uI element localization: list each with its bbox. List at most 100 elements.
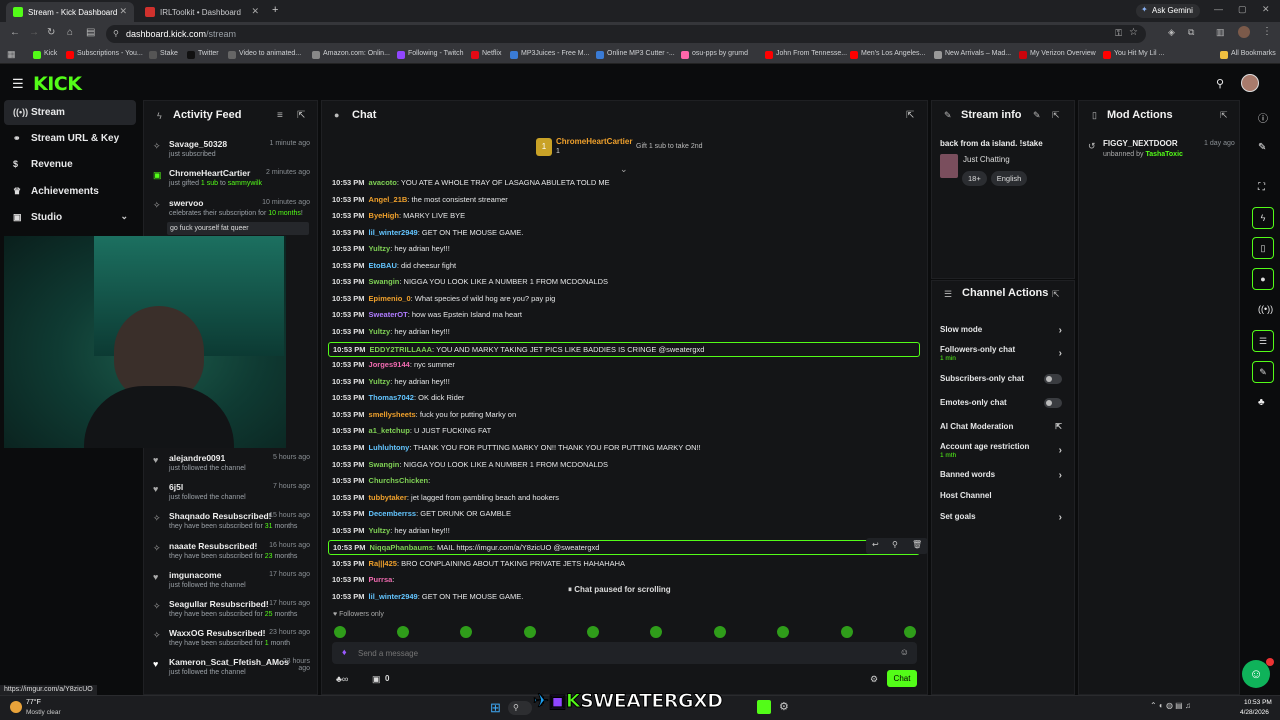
message-username[interactable]: Yultzy bbox=[369, 327, 391, 336]
bookmark-item[interactable]: Netflix bbox=[471, 50, 501, 59]
taskbar-search-icon[interactable]: ⚲ bbox=[508, 701, 532, 715]
activity-user[interactable]: imgunacome bbox=[169, 570, 221, 580]
browser-menu-icon[interactable]: ⋮ bbox=[1262, 26, 1272, 37]
chat-message[interactable]: 10:53 PM Swangin: NIGGA YOU LOOK LIKE A N… bbox=[332, 458, 917, 473]
popout-icon[interactable]: ⇱ bbox=[1052, 110, 1060, 121]
fullscreen-icon[interactable]: ⛶ bbox=[1258, 182, 1265, 193]
emote-icon[interactable] bbox=[714, 626, 726, 638]
chat-message[interactable]: 10:53 PM Yultzy: hey adrian hey!!! bbox=[332, 242, 917, 257]
chat-message[interactable]: 10:53 PM avacoto: YOU ATE A WHOLE TRAY OF… bbox=[332, 176, 917, 191]
windows-start-icon[interactable]: ⊞ bbox=[490, 700, 501, 716]
sidebar-item-achievements[interactable]: ♛ Achievements bbox=[4, 179, 136, 204]
quick-action-stack[interactable]: ☰ bbox=[1252, 330, 1274, 352]
chat-message[interactable]: 10:53 PM NiqqaPhanbaums: MAIL https://img… bbox=[328, 540, 920, 556]
hamburger-menu-icon[interactable]: ☰ bbox=[12, 76, 24, 92]
delete-icon[interactable]: 🗑 bbox=[912, 540, 922, 549]
emote-picker-icon[interactable]: ♦ bbox=[342, 647, 347, 657]
message-username[interactable]: Yultzy bbox=[369, 244, 391, 253]
maximize-icon[interactable]: ▢ bbox=[1238, 4, 1247, 15]
banned-words-item[interactable]: Banned words › bbox=[940, 470, 1066, 481]
user-avatar[interactable] bbox=[1241, 74, 1259, 92]
bookmark-item[interactable]: osu-pps by grumd bbox=[681, 50, 748, 59]
slow-mode-item[interactable]: Slow mode › bbox=[940, 325, 1066, 336]
group-icon[interactable]: ♣ bbox=[1258, 397, 1265, 408]
quick-action-notes[interactable]: ▯ bbox=[1252, 237, 1274, 259]
message-username[interactable]: tubbytaker bbox=[369, 493, 407, 502]
chat-message[interactable]: 10:53 PM Yultzy: hey adrian hey!!! bbox=[332, 524, 917, 539]
bookmark-item[interactable]: Amazon.com: Onlin... bbox=[312, 50, 390, 59]
popout-icon[interactable]: ⇱ bbox=[297, 110, 305, 121]
reload-icon[interactable]: ↻ bbox=[47, 27, 55, 38]
ask-gemini-button[interactable]: ✦ Ask Gemini bbox=[1136, 4, 1200, 18]
chat-message[interactable]: 10:53 PM Decemberrss: GET DRUNK OR GAMBLE bbox=[332, 507, 917, 522]
expand-pinned-icon[interactable]: ⌄ bbox=[620, 164, 628, 175]
emote-icon[interactable] bbox=[460, 626, 472, 638]
weather-temp[interactable]: 77°F bbox=[26, 699, 41, 706]
reply-icon[interactable]: ↩ bbox=[872, 540, 879, 549]
emote-icon[interactable] bbox=[841, 626, 853, 638]
account-age-item[interactable]: Account age restriction 1 mth › bbox=[940, 442, 1066, 459]
chat-message[interactable]: 10:53 PM Jorges9144: nyc summer bbox=[332, 358, 917, 373]
message-username[interactable]: a1_ketchup bbox=[369, 426, 410, 435]
kick-logo[interactable]: KICK bbox=[33, 73, 82, 95]
activity-user[interactable]: WaxxOG Resubscribed! bbox=[169, 628, 266, 638]
message-username[interactable]: Thomas7042 bbox=[369, 393, 414, 402]
message-username[interactable]: Yultzy bbox=[369, 377, 391, 386]
apps-grid-icon[interactable]: ▦ bbox=[7, 49, 16, 60]
emote-icon[interactable] bbox=[334, 626, 346, 638]
minimize-icon[interactable]: — bbox=[1214, 4, 1223, 14]
chat-message[interactable]: 10:53 PM EtoBAU: did cheesur fight bbox=[332, 259, 917, 274]
message-username[interactable]: smellysheets bbox=[369, 410, 416, 419]
emote-icon[interactable] bbox=[650, 626, 662, 638]
emote-icon[interactable] bbox=[397, 626, 409, 638]
activity-user[interactable]: alejandre0091 bbox=[169, 453, 225, 463]
quick-action-lightning[interactable]: ϟ bbox=[1252, 207, 1274, 229]
filter-icon[interactable]: ≡ bbox=[277, 110, 283, 121]
followers-only-item[interactable]: Followers-only chat 1 min › bbox=[940, 345, 1066, 362]
info-icon[interactable]: ⓘ bbox=[1258, 110, 1268, 125]
bookmark-item[interactable]: Stake bbox=[149, 50, 178, 59]
message-username[interactable]: EDDY2TRILLAAA bbox=[370, 345, 433, 354]
activity-user[interactable]: ChromeHeartCartier bbox=[169, 168, 250, 178]
tab-kick-dashboard[interactable]: Stream - Kick Dashboard ✕ bbox=[6, 2, 134, 22]
chat-message[interactable]: 10:53 PM Swangin: NIGGA YOU LOOK LIKE A N… bbox=[332, 275, 917, 290]
search-icon[interactable]: ⚲ bbox=[1216, 77, 1224, 90]
bookmark-item[interactable]: You Hit My Lil ... bbox=[1103, 50, 1164, 59]
activity-user[interactable]: Shaqnado Resubscribed! bbox=[169, 511, 272, 521]
message-username[interactable]: EtoBAU bbox=[369, 261, 397, 270]
chat-message[interactable]: 10:53 PM smellysheets: fuck you for putti… bbox=[332, 408, 917, 423]
sidebar-item-stream-url-key[interactable]: ⚭ Stream URL & Key bbox=[4, 126, 136, 151]
edit-icon[interactable]: ✎ bbox=[1033, 110, 1041, 121]
tab-irltoolkit[interactable]: IRLToolkit • Dashboard ✕ bbox=[138, 2, 266, 22]
chat-message[interactable]: 10:53 PM Luhluhtony: THANK YOU FOR PUTTIN… bbox=[332, 441, 917, 456]
chat-message-input[interactable] bbox=[358, 646, 878, 660]
quick-action-chat[interactable]: ● bbox=[1252, 268, 1274, 290]
message-username[interactable]: Angel_21B bbox=[369, 195, 408, 204]
chat-paused-notice[interactable]: ⏸ Chat paused for scrolling bbox=[568, 585, 688, 599]
sidebar-item-studio[interactable]: ▣ Studio ⌄ bbox=[4, 205, 136, 230]
bookmark-item[interactable]: John From Tennesse... bbox=[765, 50, 847, 59]
activity-user[interactable]: 6j5l bbox=[169, 482, 183, 492]
extension-icon[interactable]: ◈ bbox=[1168, 27, 1175, 38]
bookmark-star-icon[interactable]: ☆ bbox=[1129, 27, 1138, 38]
emotes-only-toggle[interactable] bbox=[1044, 398, 1062, 408]
stream-category[interactable]: Just Chatting bbox=[963, 155, 1010, 164]
tray-icons[interactable]: ⌃ ◐ ◍ ▤ ♫ bbox=[1150, 701, 1191, 710]
bookmark-item[interactable]: Following - Twitch bbox=[397, 50, 464, 59]
broadcast-icon[interactable]: ((•)) bbox=[1258, 304, 1273, 314]
chat-message[interactable]: 10:53 PM a1_ketchup: U JUST FUCKING FAT bbox=[332, 424, 917, 439]
chat-message[interactable]: 10:53 PM EDDY2TRILLAAA: YOU AND MARKY TAK… bbox=[328, 341, 920, 357]
close-window-icon[interactable]: ✕ bbox=[1262, 4, 1270, 15]
host-channel-item[interactable]: Host Channel bbox=[940, 491, 1066, 500]
popout-icon[interactable]: ⇱ bbox=[1220, 110, 1228, 121]
bookmark-item[interactable]: Online MP3 Cutter -... bbox=[596, 50, 675, 59]
message-username[interactable]: lil_winter2949 bbox=[369, 592, 418, 601]
bookmark-item[interactable]: MP3Juices - Free M... bbox=[510, 50, 589, 59]
sidebar-item-revenue[interactable]: $ Revenue bbox=[4, 152, 136, 177]
pin-icon[interactable]: ⚲ bbox=[892, 540, 898, 549]
popout-icon[interactable]: ⇱ bbox=[1052, 289, 1060, 300]
clock-date[interactable]: 4/28/2026 bbox=[1240, 709, 1269, 716]
extensions-puzzle-icon[interactable]: ⧉ bbox=[1188, 27, 1194, 38]
activity-user[interactable]: Savage_50328 bbox=[169, 139, 227, 149]
quick-action-tools[interactable]: ✎ bbox=[1252, 361, 1274, 383]
